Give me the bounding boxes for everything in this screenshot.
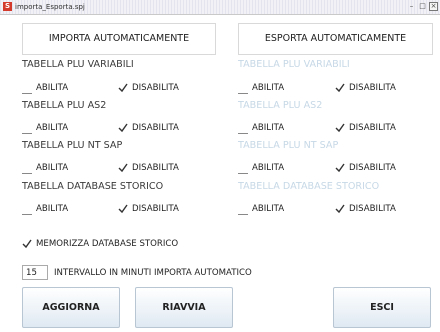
export-options-plu-variabili: ABILITA DISABILITA	[238, 82, 438, 94]
import-options-database-storico: ABILITA DISABILITA	[22, 203, 222, 215]
import-options-plu-nt-sap: ABILITA DISABILITA	[22, 162, 222, 174]
checkbox-checked-icon	[335, 163, 345, 173]
import-options-plu-variabili: ABILITA DISABILITA	[22, 82, 222, 94]
import-section-label-plu-nt-sap: TABELLA PLU NT SAP	[22, 140, 123, 151]
checkbox-unchecked-icon	[238, 170, 248, 174]
checkbox-checked-icon	[118, 163, 128, 173]
export-automatically-button[interactable]: ESPORTA AUTOMATICAMENTE	[238, 23, 433, 55]
export-section-label-database-storico: TABELLA DATABASE STORICO	[238, 181, 380, 192]
export-section-label-plu-variabili: TABELLA PLU VARIABILI	[238, 59, 350, 70]
checkbox-unchecked-icon	[22, 170, 32, 174]
checkbox-checked-icon	[335, 123, 345, 133]
checkbox-checked-icon	[118, 123, 128, 133]
refresh-button[interactable]: AGGIORNA	[22, 287, 120, 328]
import-section-label-database-storico: TABELLA DATABASE STORICO	[22, 181, 164, 192]
checkbox-unchecked-icon	[238, 90, 248, 94]
export-section-label-plu-as2: TABELLA PLU AS2	[238, 100, 323, 111]
checkbox-checked-icon	[118, 204, 128, 214]
restart-button[interactable]: RIAVVIA	[135, 287, 233, 328]
export-options-plu-nt-sap: ABILITA DISABILITA	[238, 162, 438, 174]
app-icon: S	[3, 2, 12, 11]
export-options-database-storico: ABILITA DISABILITA	[238, 203, 438, 215]
export-section-label-plu-nt-sap: TABELLA PLU NT SAP	[238, 140, 339, 151]
window-titlebar[interactable]: S importa_Esporta.spj – □ ×	[0, 0, 440, 15]
checkbox-unchecked-icon	[22, 90, 32, 94]
checkbox-unchecked-icon	[238, 211, 248, 215]
import-options-plu-as2: ABILITA DISABILITA	[22, 122, 222, 134]
interval-minutes-label: INTERVALLO IN MINUTI IMPORTA AUTOMATICO	[54, 268, 252, 278]
maximize-icon[interactable]: □	[418, 2, 427, 11]
checkbox-checked-icon	[22, 239, 32, 249]
exit-button[interactable]: ESCI	[333, 287, 431, 328]
checkbox-unchecked-icon	[238, 130, 248, 134]
checkbox-unchecked-icon	[22, 211, 32, 215]
checkbox-checked-icon	[335, 83, 345, 93]
import-automatically-button[interactable]: IMPORTA AUTOMATICAMENTE	[22, 23, 216, 55]
checkbox-checked-icon	[335, 204, 345, 214]
export-options-plu-as2: ABILITA DISABILITA	[238, 122, 438, 134]
import-section-label-plu-as2: TABELLA PLU AS2	[22, 100, 107, 111]
window-title: importa_Esporta.spj	[15, 3, 85, 11]
checkbox-checked-icon	[118, 83, 128, 93]
minimize-icon[interactable]: –	[407, 2, 416, 11]
close-icon[interactable]: ×	[429, 2, 438, 11]
interval-minutes-input[interactable]: 15	[22, 265, 48, 280]
checkbox-unchecked-icon	[22, 130, 32, 134]
import-section-label-plu-variabili: TABELLA PLU VARIABILI	[22, 59, 134, 70]
